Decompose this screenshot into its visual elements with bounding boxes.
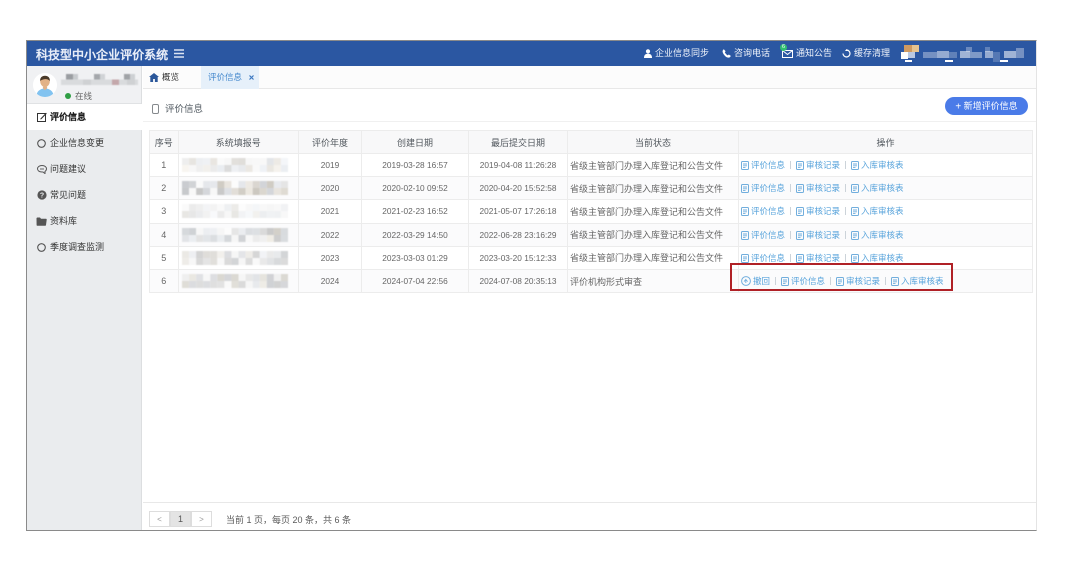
svg-text:?: ?: [39, 193, 43, 200]
